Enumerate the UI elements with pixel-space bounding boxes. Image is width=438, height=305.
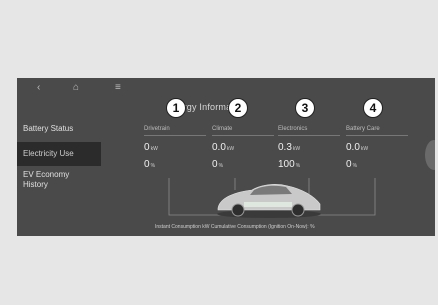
ev-screen: ‹ ⌂ ≡ Battery Status Electricity Use EV … [17,78,435,236]
car-icon [217,184,321,218]
consumption-legend: Instant Consumption kW Cumulative Consum… [155,224,315,230]
